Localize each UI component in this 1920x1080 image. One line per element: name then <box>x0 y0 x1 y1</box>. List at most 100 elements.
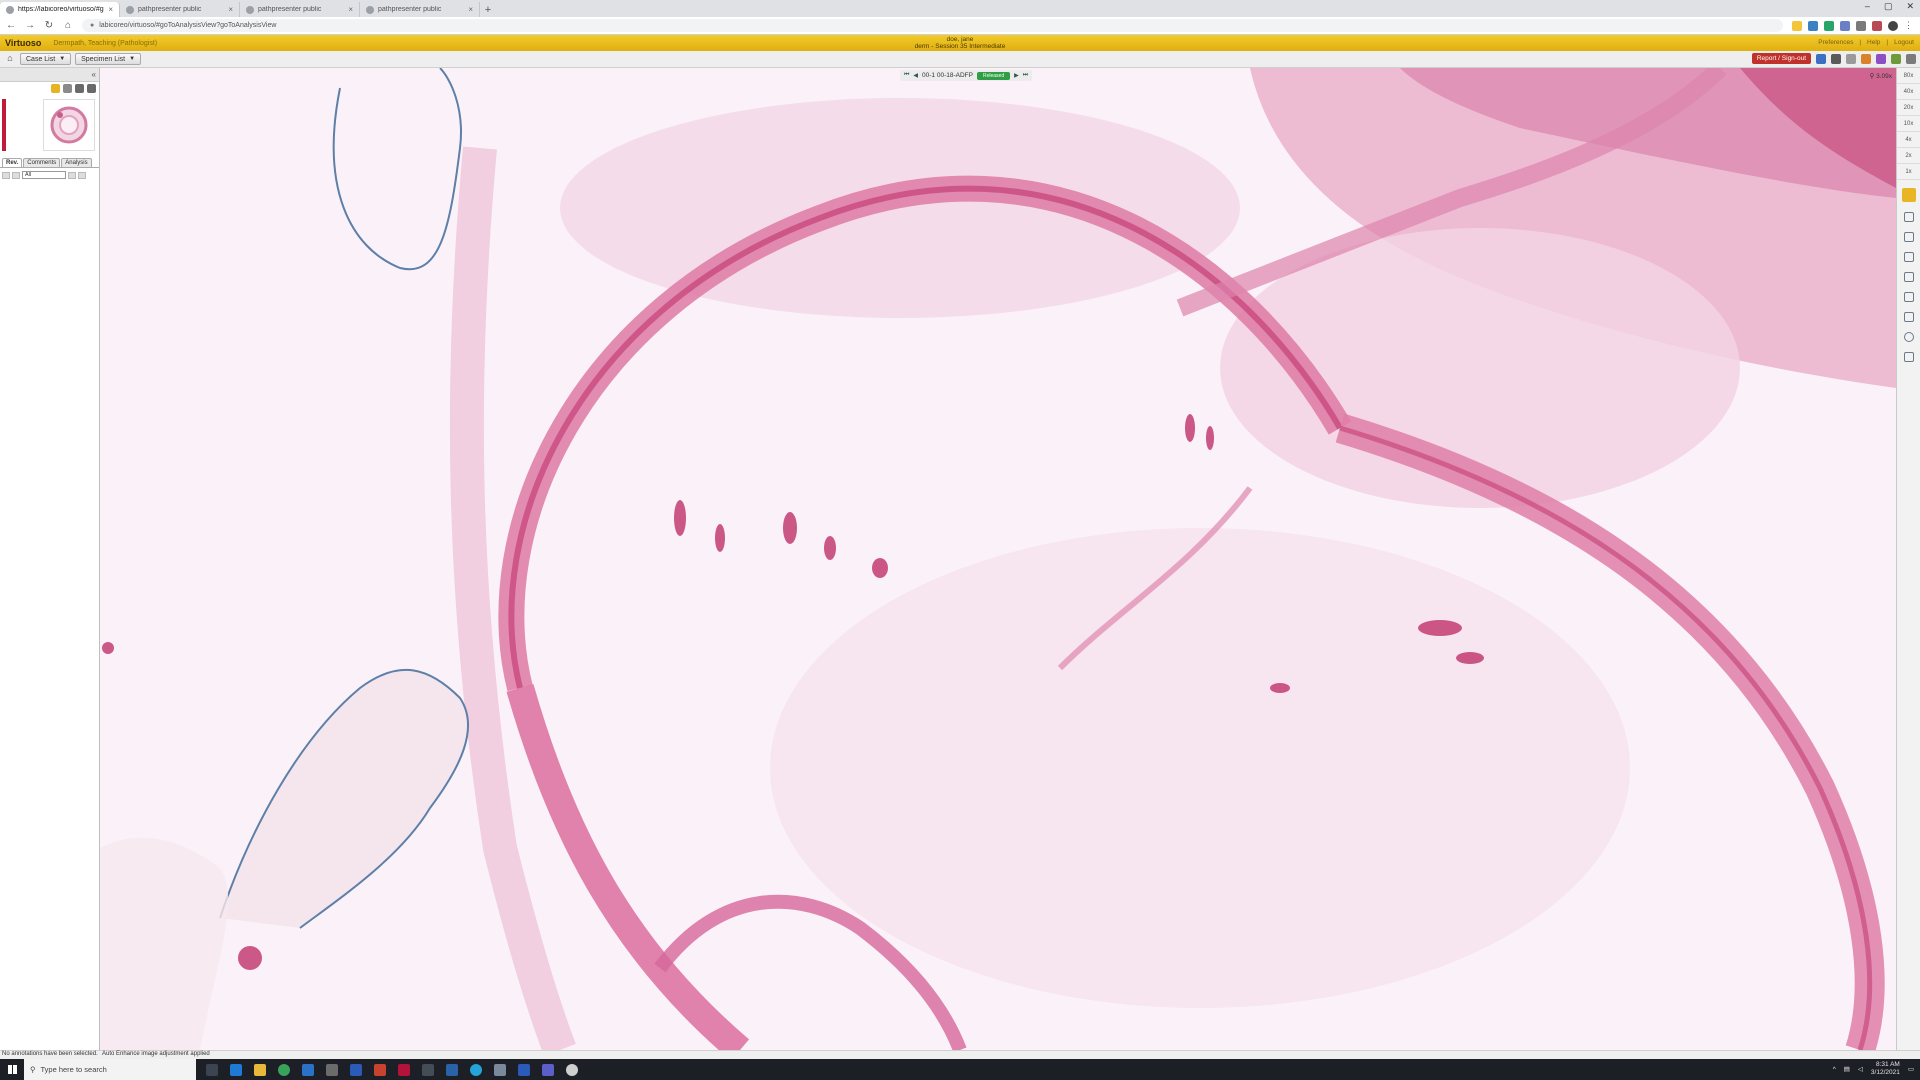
zoom-1x-button[interactable]: 1x <box>1897 164 1920 180</box>
close-window-icon[interactable]: ✕ <box>1906 1 1914 12</box>
last-slide-icon[interactable]: ⏭ <box>1023 72 1028 79</box>
clock[interactable]: 8:31 AM 3/12/2021 <box>1871 1061 1900 1077</box>
browser-tab-pathpresenter-3[interactable]: pathpresenter public × <box>360 2 480 17</box>
cortana-icon[interactable] <box>566 1063 578 1076</box>
page-favicon-icon <box>366 5 374 14</box>
tab-close-icon[interactable]: × <box>468 5 473 14</box>
reload-icon[interactable]: ↻ <box>44 20 54 31</box>
tab-close-icon[interactable]: × <box>228 5 233 14</box>
browser-address-bar: ← → ↻ ⌂ ● labicoreo/virtuoso/#goToAnalys… <box>0 17 1920 35</box>
extension-icon[interactable] <box>1856 20 1866 31</box>
filter-icon[interactable] <box>68 171 76 179</box>
slide-tool-icon[interactable] <box>51 84 60 93</box>
filter-icon[interactable] <box>2 171 10 179</box>
flag-icon[interactable] <box>1861 53 1871 64</box>
specimen-list-dropdown[interactable]: Specimen List ▼ <box>75 53 142 65</box>
camera-icon[interactable] <box>1903 272 1914 282</box>
list-icon[interactable] <box>1903 352 1914 362</box>
tab-comments[interactable]: Comments <box>23 158 61 167</box>
pdf-icon[interactable] <box>374 1063 386 1076</box>
zoom-80x-button[interactable]: 80x <box>1897 68 1920 84</box>
skype-icon[interactable] <box>470 1063 482 1076</box>
previous-slide-icon[interactable]: ◀ <box>913 72 918 79</box>
chevron-up-icon[interactable]: ^ <box>1833 1066 1836 1073</box>
maximize-icon[interactable]: ▢ <box>1884 1 1893 12</box>
edge-icon[interactable] <box>230 1063 242 1076</box>
forward-icon[interactable]: → <box>25 20 35 31</box>
filter-icon[interactable] <box>12 171 20 179</box>
slide-viewer[interactable]: ⏮ ◀ 00-1 00-18-ADFP Released ▶ ⏭ ⚲ 3.09x <box>100 68 1896 1050</box>
grid-icon[interactable] <box>1891 53 1901 64</box>
report-signout-button[interactable]: Report / Sign-out <box>1751 53 1811 64</box>
pen-icon[interactable] <box>1903 312 1914 322</box>
start-button[interactable] <box>0 1059 24 1080</box>
clock-date: 3/12/2021 <box>1870 1069 1900 1076</box>
browser-tab-pathpresenter-1[interactable]: pathpresenter public × <box>120 2 240 17</box>
camera-icon[interactable] <box>1831 53 1841 64</box>
ellipse-tool-icon[interactable] <box>1903 332 1914 342</box>
network-icon[interactable]: ▤ <box>1844 1065 1850 1073</box>
browser-tab-pathpresenter-2[interactable]: pathpresenter public × <box>240 2 360 17</box>
next-slide-icon[interactable]: ▶ <box>1014 72 1019 79</box>
annotation-tool-icon[interactable] <box>1901 188 1916 202</box>
filter-icon[interactable] <box>78 171 86 179</box>
teams-icon[interactable] <box>542 1063 554 1076</box>
url-field[interactable]: ● labicoreo/virtuoso/#goToAnalysisView?g… <box>82 19 1783 32</box>
menu-kebab-icon[interactable]: ⋮ <box>1904 20 1914 31</box>
rectangle-tool-icon[interactable] <box>1903 212 1914 222</box>
file-explorer-icon[interactable] <box>254 1063 266 1076</box>
notifications-icon[interactable]: ▭ <box>1908 1065 1914 1073</box>
preferences-link[interactable]: Preferences <box>1818 39 1853 46</box>
info-icon[interactable] <box>1816 53 1826 64</box>
word-icon[interactable] <box>350 1063 362 1076</box>
freehand-tool-icon[interactable] <box>1903 232 1914 242</box>
home-icon[interactable]: ⌂ <box>4 53 16 65</box>
word-icon[interactable] <box>518 1063 530 1076</box>
collapse-up-icon[interactable] <box>87 84 96 93</box>
app-icon[interactable] <box>326 1063 338 1076</box>
dropdown-icon[interactable] <box>63 84 72 93</box>
extension-icon[interactable] <box>1872 20 1882 31</box>
taskbar-search[interactable]: ⚲ Type here to search <box>24 1059 196 1080</box>
app-icon[interactable] <box>422 1063 434 1076</box>
help-link[interactable]: Help <box>1867 39 1880 46</box>
first-slide-icon[interactable]: ⏮ <box>904 72 909 79</box>
image-adjust-icon[interactable] <box>1903 252 1914 262</box>
home-icon[interactable]: ⌂ <box>63 20 73 31</box>
chat-icon[interactable] <box>494 1063 506 1076</box>
zoom-20x-button[interactable]: 20x <box>1897 100 1920 116</box>
zoom-40x-button[interactable]: 40x <box>1897 84 1920 100</box>
layers-icon[interactable] <box>1876 53 1886 64</box>
tab-rev[interactable]: Rev. <box>2 158 23 167</box>
app-icon[interactable] <box>446 1063 458 1076</box>
extension-icon[interactable] <box>1808 20 1818 31</box>
outlook-icon[interactable] <box>302 1063 314 1076</box>
annotation-filter-select[interactable]: All <box>22 171 66 179</box>
slide-thumbnail[interactable] <box>43 99 95 151</box>
tab-analysis[interactable]: Analysis <box>61 158 92 167</box>
logout-link[interactable]: Logout <box>1894 39 1914 46</box>
ruler-icon[interactable] <box>1903 292 1914 302</box>
task-view-icon[interactable] <box>206 1063 218 1076</box>
tab-close-icon[interactable]: × <box>348 5 353 14</box>
collapse-panel-button[interactable]: « <box>0 68 99 82</box>
refresh-icon[interactable] <box>1846 53 1856 64</box>
profile-avatar[interactable] <box>1888 20 1898 31</box>
new-tab-button[interactable]: + <box>480 2 496 17</box>
extension-icon[interactable] <box>1840 20 1850 31</box>
tab-close-icon[interactable]: × <box>108 5 113 14</box>
extension-icon[interactable] <box>1824 20 1834 31</box>
app-icon[interactable] <box>398 1063 410 1076</box>
bookmark-star-icon[interactable] <box>1792 20 1802 31</box>
chrome-icon[interactable] <box>278 1063 290 1076</box>
minimize-icon[interactable]: – <box>1865 1 1870 12</box>
pointer-icon[interactable] <box>75 84 84 93</box>
zoom-4x-button[interactable]: 4x <box>1897 132 1920 148</box>
zoom-2x-button[interactable]: 2x <box>1897 148 1920 164</box>
back-icon[interactable]: ← <box>6 20 16 31</box>
volume-icon[interactable]: ◁ <box>1858 1065 1863 1073</box>
zoom-10x-button[interactable]: 10x <box>1897 116 1920 132</box>
case-list-dropdown[interactable]: Case List ▼ <box>20 53 72 65</box>
search-icon[interactable] <box>1906 53 1916 64</box>
browser-tab-virtuoso[interactable]: https://labicoreo/virtuoso/#goTo × <box>0 2 120 17</box>
